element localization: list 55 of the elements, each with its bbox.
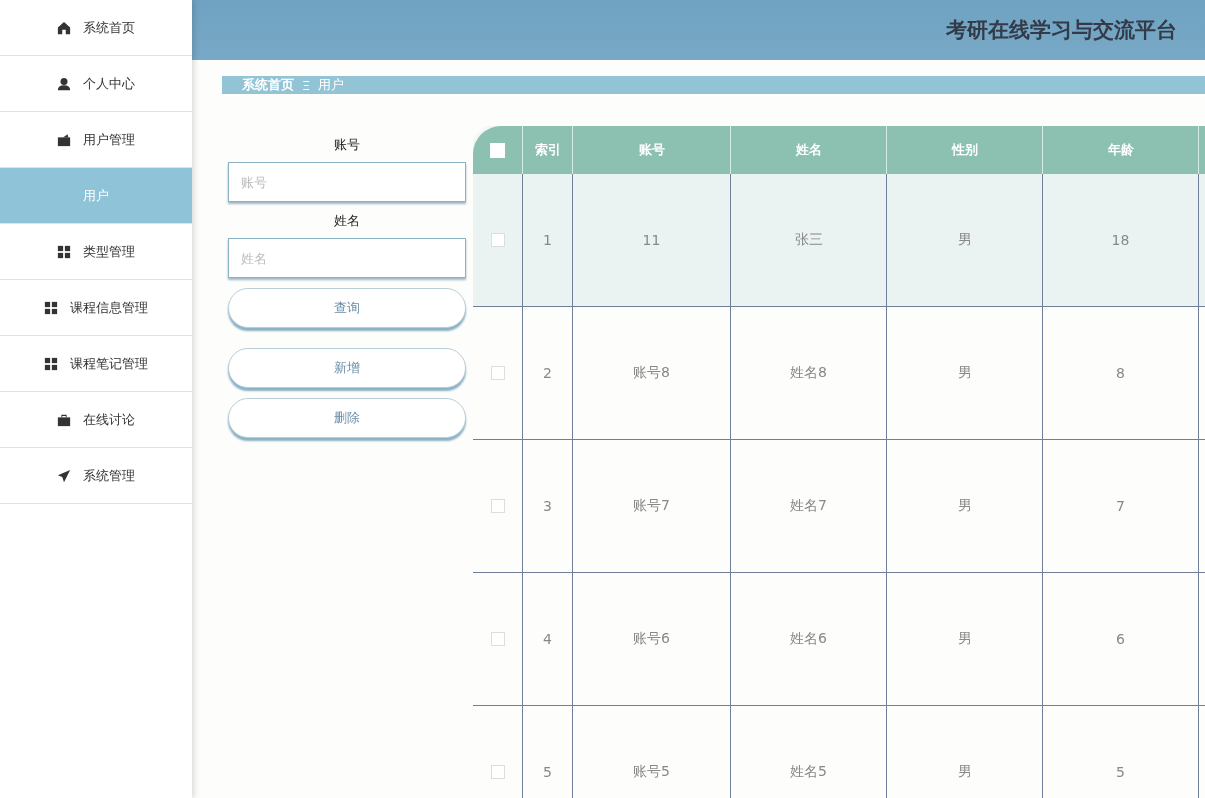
table-cell: 账号5	[633, 763, 670, 781]
table-cell: 18	[1111, 232, 1130, 248]
wallet-icon	[57, 132, 71, 147]
table-cell: 5	[1116, 764, 1125, 780]
table-cell: 男	[957, 763, 972, 781]
sidebar-item[interactable]: 课程信息管理	[0, 280, 192, 336]
briefcase-icon	[57, 412, 71, 427]
field-label: 姓名	[333, 212, 361, 230]
table-cell: 男	[957, 497, 972, 515]
table-cell: 1	[543, 232, 552, 248]
grid-icon	[57, 244, 71, 259]
paper-plane-icon	[57, 468, 71, 483]
sidebar-item[interactable]: 课程笔记管理	[0, 336, 192, 392]
action-button[interactable]: 删除	[228, 398, 466, 438]
table-cell: 姓名8	[790, 364, 827, 382]
row-checkbox[interactable]	[490, 499, 505, 513]
table-cell: 账号8	[633, 364, 670, 382]
breadcrumb-separator: Ξ	[302, 77, 311, 93]
field-label: 账号	[333, 136, 361, 154]
search-field[interactable]: 姓名	[228, 238, 466, 278]
table-cell: 账号7	[633, 497, 670, 515]
site-title: 考研在线学习与交流平台	[946, 17, 1177, 44]
table-cell: 姓名7	[790, 497, 827, 515]
table-cell: 男	[957, 364, 972, 382]
table-cell: 3	[543, 498, 552, 514]
action-button[interactable]: 新增	[228, 348, 466, 388]
row-checkbox[interactable]	[490, 366, 505, 380]
search-field[interactable]: 账号	[228, 162, 466, 202]
table-cell: 6	[1116, 631, 1125, 647]
sidebar-item[interactable]: 类型管理	[0, 224, 192, 280]
sidebar-item[interactable]: 个人中心	[0, 56, 192, 112]
row-checkbox[interactable]	[490, 765, 505, 779]
table-cell: 男	[957, 630, 972, 648]
grid-icon	[44, 300, 58, 315]
home-icon	[57, 20, 71, 35]
table-cell: 张三	[794, 231, 823, 249]
table-cell: 姓名6	[790, 630, 827, 648]
grid-icon	[44, 356, 58, 371]
user-icon	[57, 76, 71, 91]
select-all-checkbox[interactable]	[490, 142, 505, 158]
table-cell: 4	[543, 631, 552, 647]
table-cell: 男	[957, 231, 972, 249]
table-cell: 7	[1116, 498, 1125, 514]
table-cell: 账号6	[633, 630, 670, 648]
sidebar-item[interactable]: 系统管理	[0, 448, 192, 504]
breadcrumb-current: 用户	[318, 76, 345, 94]
table-cell: 5	[543, 764, 552, 780]
row-checkbox[interactable]	[490, 632, 505, 646]
table-cell: 8	[1116, 365, 1125, 381]
query-button[interactable]: 查询	[228, 288, 466, 328]
table-cell: 2	[543, 365, 552, 381]
table-cell: 11	[642, 232, 661, 248]
row-checkbox[interactable]	[490, 233, 505, 247]
sidebar-item[interactable]: 在线讨论	[0, 392, 192, 448]
table-cell: 姓名5	[790, 763, 827, 781]
